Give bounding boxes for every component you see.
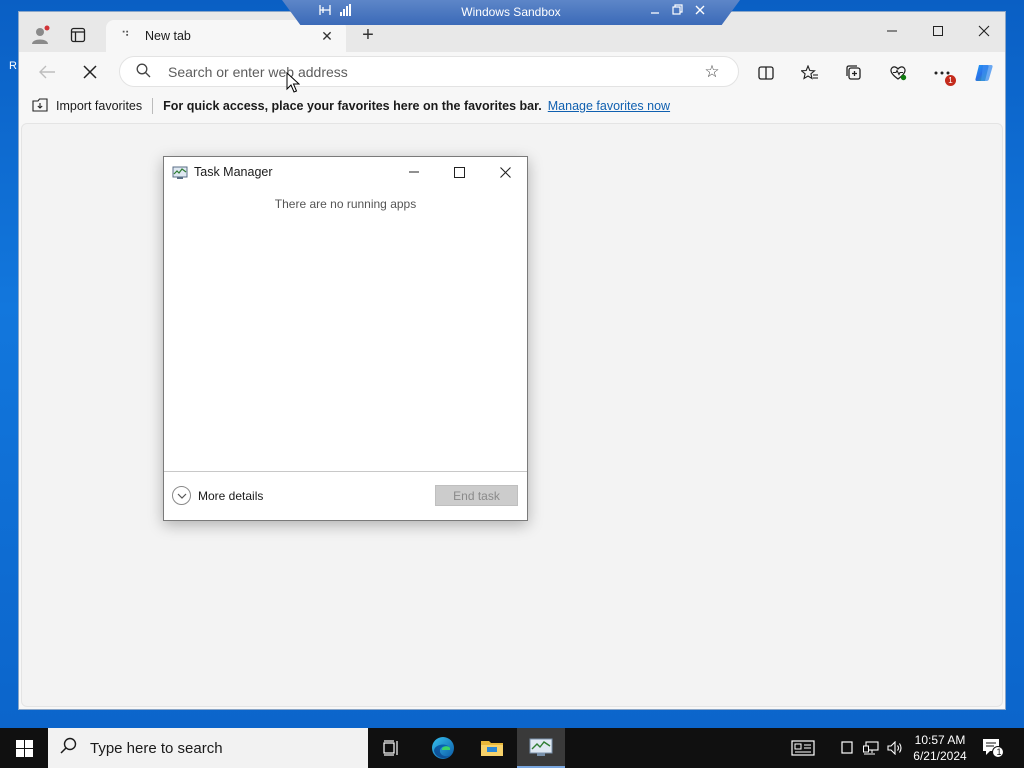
minimize-window-button[interactable] (869, 16, 915, 46)
address-bar[interactable]: ☆ (119, 56, 739, 87)
back-arrow-icon[interactable] (33, 58, 61, 86)
favorites-bar: Import favorites For quick access, place… (19, 92, 1005, 120)
sandbox-minimize-icon[interactable] (650, 4, 660, 18)
news-widget-icon[interactable] (790, 739, 816, 757)
close-tab-icon[interactable]: ✕ (316, 28, 338, 45)
maximize-window-button[interactable] (915, 16, 961, 46)
task-manager-app-icon (172, 165, 188, 181)
action-center-button[interactable]: 1 (982, 738, 1006, 760)
favorites-divider (152, 98, 154, 114)
network-icon[interactable] (862, 739, 880, 757)
taskbar-search-placeholder: Type here to search (90, 739, 223, 757)
tab-actions-icon[interactable] (67, 24, 89, 46)
task-manager-title: Task Manager (194, 165, 273, 179)
taskbar-clock[interactable]: 10:57 AM 6/21/2024 (900, 732, 980, 764)
stop-loading-icon[interactable] (76, 58, 104, 86)
end-task-button[interactable]: End task (435, 485, 518, 506)
clock-date: 6/21/2024 (913, 749, 967, 763)
taskbar-edge-button[interactable] (419, 728, 467, 768)
taskbar-search-box[interactable]: Type here to search (48, 728, 368, 768)
task-manager-minimize-button[interactable] (391, 157, 437, 187)
taskbar-task-manager-button[interactable] (517, 728, 565, 768)
copilot-icon[interactable] (971, 60, 997, 86)
task-manager-taskbar-icon (529, 738, 553, 756)
favorites-hint-text: For quick access, place your favorites h… (163, 99, 542, 113)
chevron-down-icon[interactable] (172, 486, 191, 505)
windows-sandbox-bar: Windows Sandbox (282, 0, 740, 25)
manage-favorites-link[interactable]: Manage favorites now (548, 99, 670, 113)
task-view-icon (383, 740, 398, 756)
notification-count: 1 (996, 747, 1002, 757)
loading-spinner-icon: ⠙ (121, 29, 130, 43)
sandbox-close-icon[interactable] (695, 4, 705, 18)
favorites-icon[interactable] (797, 60, 823, 86)
import-favorites-icon (32, 97, 50, 115)
search-icon (136, 63, 156, 81)
search-icon (60, 737, 82, 759)
task-view-button[interactable] (368, 728, 416, 768)
task-manager-close-button[interactable] (482, 157, 528, 187)
browser-essentials-icon[interactable] (885, 60, 911, 86)
desktop-stray-letter: R (9, 60, 17, 72)
add-favorite-star-icon[interactable]: ☆ (700, 62, 724, 82)
task-manager-footer: More details End task (164, 471, 527, 520)
start-button[interactable] (0, 728, 48, 768)
collections-icon[interactable] (841, 60, 867, 86)
new-tab-button[interactable]: + (356, 25, 380, 49)
no-running-apps-message: There are no running apps (274, 197, 417, 211)
edge-icon (432, 737, 454, 759)
task-manager-maximize-button[interactable] (436, 157, 482, 187)
browser-toolbar: ☆ 1 (19, 52, 1005, 90)
close-window-button[interactable] (961, 16, 1007, 46)
windows-taskbar: Type here to search 10:57 AM 6/21/2024 1 (0, 728, 1024, 768)
clock-time: 10:57 AM (914, 733, 966, 747)
windows-logo-icon (15, 739, 33, 757)
split-screen-icon[interactable] (753, 60, 779, 86)
address-input[interactable] (168, 63, 700, 80)
settings-more-icon[interactable]: 1 (929, 60, 956, 86)
task-manager-window: Task Manager There are no running apps M… (163, 156, 528, 521)
task-manager-titlebar[interactable]: Task Manager (164, 157, 527, 187)
menu-badge: 1 (945, 75, 956, 86)
more-details-button[interactable]: More details (198, 489, 263, 503)
sandbox-restore-icon[interactable] (672, 4, 683, 18)
import-favorites-button[interactable]: Import favorites (56, 99, 142, 113)
folder-icon (481, 741, 503, 756)
tray-monitor-icon[interactable] (838, 739, 856, 757)
mouse-cursor-icon (286, 72, 300, 93)
tab-title: New tab (145, 29, 191, 43)
profile-icon[interactable] (29, 24, 51, 46)
taskbar-file-explorer-button[interactable] (468, 728, 516, 768)
